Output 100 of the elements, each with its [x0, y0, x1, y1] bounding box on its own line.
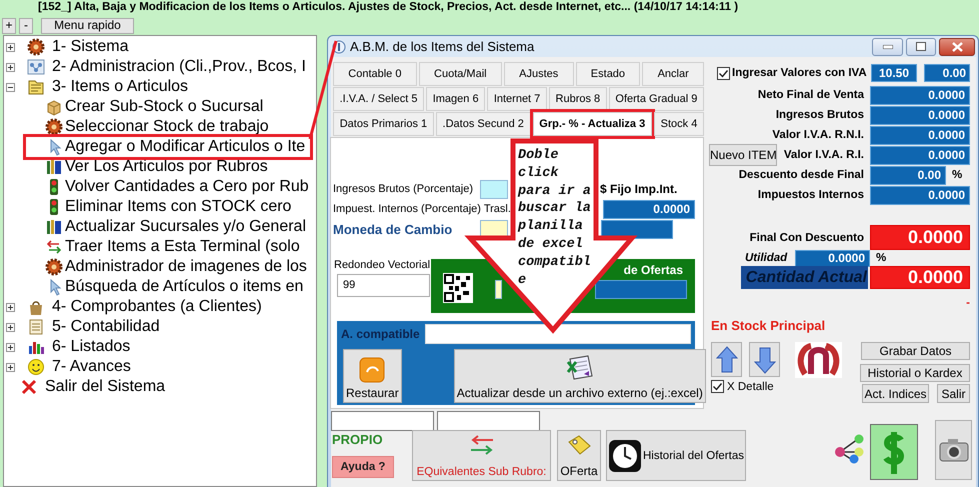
expand-icon[interactable] — [6, 42, 15, 52]
input-field[interactable]: 10.50 — [871, 64, 917, 82]
tree-item[interactable]: 5- Contabilidad — [52, 318, 160, 336]
expand-icon[interactable] — [6, 302, 15, 312]
expand-icon[interactable] — [6, 322, 15, 332]
quantity-field[interactable]: 0.0000 — [870, 266, 970, 289]
field-label: $ Fijo Imp.Int. — [600, 182, 678, 196]
tree-item[interactable]: 4- Comprobantes (a Clientes) — [52, 298, 262, 316]
tab[interactable]: .Datos Secund 2 — [436, 112, 531, 136]
tab[interactable]: Contable 0 — [333, 62, 417, 86]
tree-item[interactable]: 2- Administracion (Cli.,Prov., Bcos, I — [52, 58, 306, 76]
camera-button[interactable] — [935, 420, 972, 480]
tab[interactable]: Anclar — [642, 62, 704, 86]
tab[interactable]: Estado — [576, 62, 640, 86]
tab[interactable]: AJustes — [504, 62, 574, 86]
input-field[interactable] — [601, 220, 673, 238]
equivalents-button[interactable]: EQuivalentes Sub Rubro: — [412, 430, 551, 481]
payment-button[interactable] — [870, 424, 918, 480]
arrows-icon — [45, 238, 63, 256]
camera-icon — [938, 438, 968, 462]
spreadsheet-icon — [566, 353, 594, 381]
close-button[interactable] — [939, 38, 975, 56]
help-button[interactable]: Ayuda ? — [332, 456, 394, 478]
tab[interactable]: Datos Primarios 1 — [333, 112, 434, 136]
checkbox-label: X Detalle — [727, 380, 774, 392]
expand-icon[interactable] — [6, 362, 15, 372]
save-button[interactable]: Grabar Datos — [861, 342, 970, 360]
move-up-button[interactable] — [711, 342, 742, 377]
exit-button[interactable]: Salir — [937, 384, 970, 403]
up-arrow-icon — [716, 346, 738, 374]
expand-icon[interactable] — [6, 62, 15, 72]
tab[interactable]: Cuota/Mail — [418, 62, 502, 86]
field-label: Final Con Descuento — [750, 232, 864, 244]
value-field[interactable]: 0.0000 — [795, 250, 870, 266]
maximize-button[interactable] — [906, 38, 936, 56]
value-field[interactable]: 0.0000 — [870, 126, 970, 144]
box-icon — [45, 98, 63, 116]
offers-history-button[interactable]: Historial del Ofertas — [606, 430, 746, 481]
tree-item[interactable]: Administrador de imagenes de los — [65, 258, 307, 276]
field-label: Ingresos Brutos (Porcentaje) — [333, 183, 474, 195]
expand-icon[interactable] — [6, 342, 15, 352]
new-item-button[interactable]: Nuevo ITEM — [709, 144, 777, 166]
value-field[interactable]: 0.0000 — [870, 186, 970, 204]
quick-menu-button[interactable]: Menu rapido — [41, 18, 134, 34]
tree-item[interactable]: 6- Listados — [52, 338, 130, 356]
input-field[interactable]: 99 — [337, 274, 430, 297]
tab[interactable]: Grp.- % - Actualiza 3 — [532, 112, 652, 136]
empty-field[interactable] — [437, 411, 540, 431]
books-icon — [45, 158, 63, 176]
input-field[interactable] — [595, 280, 687, 299]
update-button[interactable]: Actualizar desde un archivo externo (ej.:excel) — [454, 349, 706, 403]
checkbox-label: Ingresar Valores con IVA — [732, 67, 867, 79]
tree-item[interactable]: 3- Items o Articulos — [52, 78, 188, 96]
tree-item[interactable]: 1- Sistema — [52, 38, 128, 56]
folder-icon — [27, 78, 45, 96]
field-label: Utilidad — [744, 252, 788, 264]
checkbox[interactable] — [717, 66, 730, 80]
minimize-button[interactable] — [872, 38, 903, 56]
tab[interactable]: Imagen 6 — [426, 87, 486, 111]
tab[interactable]: Rubros 8 — [548, 87, 607, 111]
tree-item[interactable]: Volver Cantidades a Cero por Rub — [65, 178, 309, 196]
tab[interactable]: Stock 4 — [654, 112, 704, 136]
tree-item[interactable]: Salir del Sistema — [45, 378, 166, 396]
total-field[interactable]: 0.0000 — [870, 225, 970, 250]
tree-item[interactable]: Actualizar Sucursales y/o General — [65, 218, 306, 236]
tree-item[interactable]: Agregar o Modificar Articulos o Ite — [65, 138, 306, 156]
minimize-icon — [882, 44, 892, 48]
tree-item[interactable]: Traer Items a Esta Terminal (solo — [65, 238, 300, 256]
tree-item[interactable]: Búsqueda de Artículos o items en — [65, 278, 304, 296]
tree-item[interactable]: Eliminar Items con STOCK cero — [65, 198, 292, 216]
panel-label: de Ofertas — [624, 263, 683, 277]
empty-field[interactable] — [331, 411, 434, 431]
expand-all-button[interactable]: + — [2, 18, 16, 34]
field-label: Valor I.V.A. R.I. — [784, 149, 864, 161]
tab[interactable]: Oferta Gradual 9 — [608, 87, 704, 111]
tree-item[interactable]: Seleccionar Stock de trabajo — [65, 118, 269, 136]
value-field[interactable]: 0.0000 — [870, 146, 970, 164]
input-field[interactable]: 0.0000 — [603, 200, 695, 218]
input-field[interactable] — [495, 280, 502, 299]
tree-item[interactable]: 7- Avances — [52, 358, 131, 376]
tree-item[interactable]: Ver Los Articulos por Rubros — [65, 158, 268, 176]
restore-button[interactable]: Restaurar — [343, 349, 402, 403]
update-indices-button[interactable]: Act. Indices — [862, 384, 929, 403]
checkbox[interactable] — [711, 380, 724, 393]
gear-icon — [45, 258, 63, 276]
qr-code-icon — [443, 273, 473, 303]
move-down-button[interactable] — [749, 342, 780, 377]
maximize-icon — [916, 42, 926, 51]
history-button[interactable]: Historial o Kardex — [860, 364, 970, 382]
value-field[interactable]: 0.00 — [870, 166, 946, 184]
tree-item[interactable]: Crear Sub-Stock o Sucursal — [65, 98, 264, 116]
offer-button[interactable]: OFerta — [557, 430, 601, 481]
collapse-icon[interactable] — [6, 82, 15, 92]
input-field[interactable] — [480, 180, 508, 198]
tab[interactable]: .I.V.A. / Select 5 — [333, 87, 424, 111]
collapse-all-button[interactable]: - — [19, 18, 33, 34]
value-field[interactable]: 0.0000 — [870, 106, 970, 124]
tab[interactable]: Internet 7 — [487, 87, 547, 111]
input-field[interactable]: 0.00 — [924, 64, 970, 82]
value-field[interactable]: 0.0000 — [870, 86, 970, 104]
